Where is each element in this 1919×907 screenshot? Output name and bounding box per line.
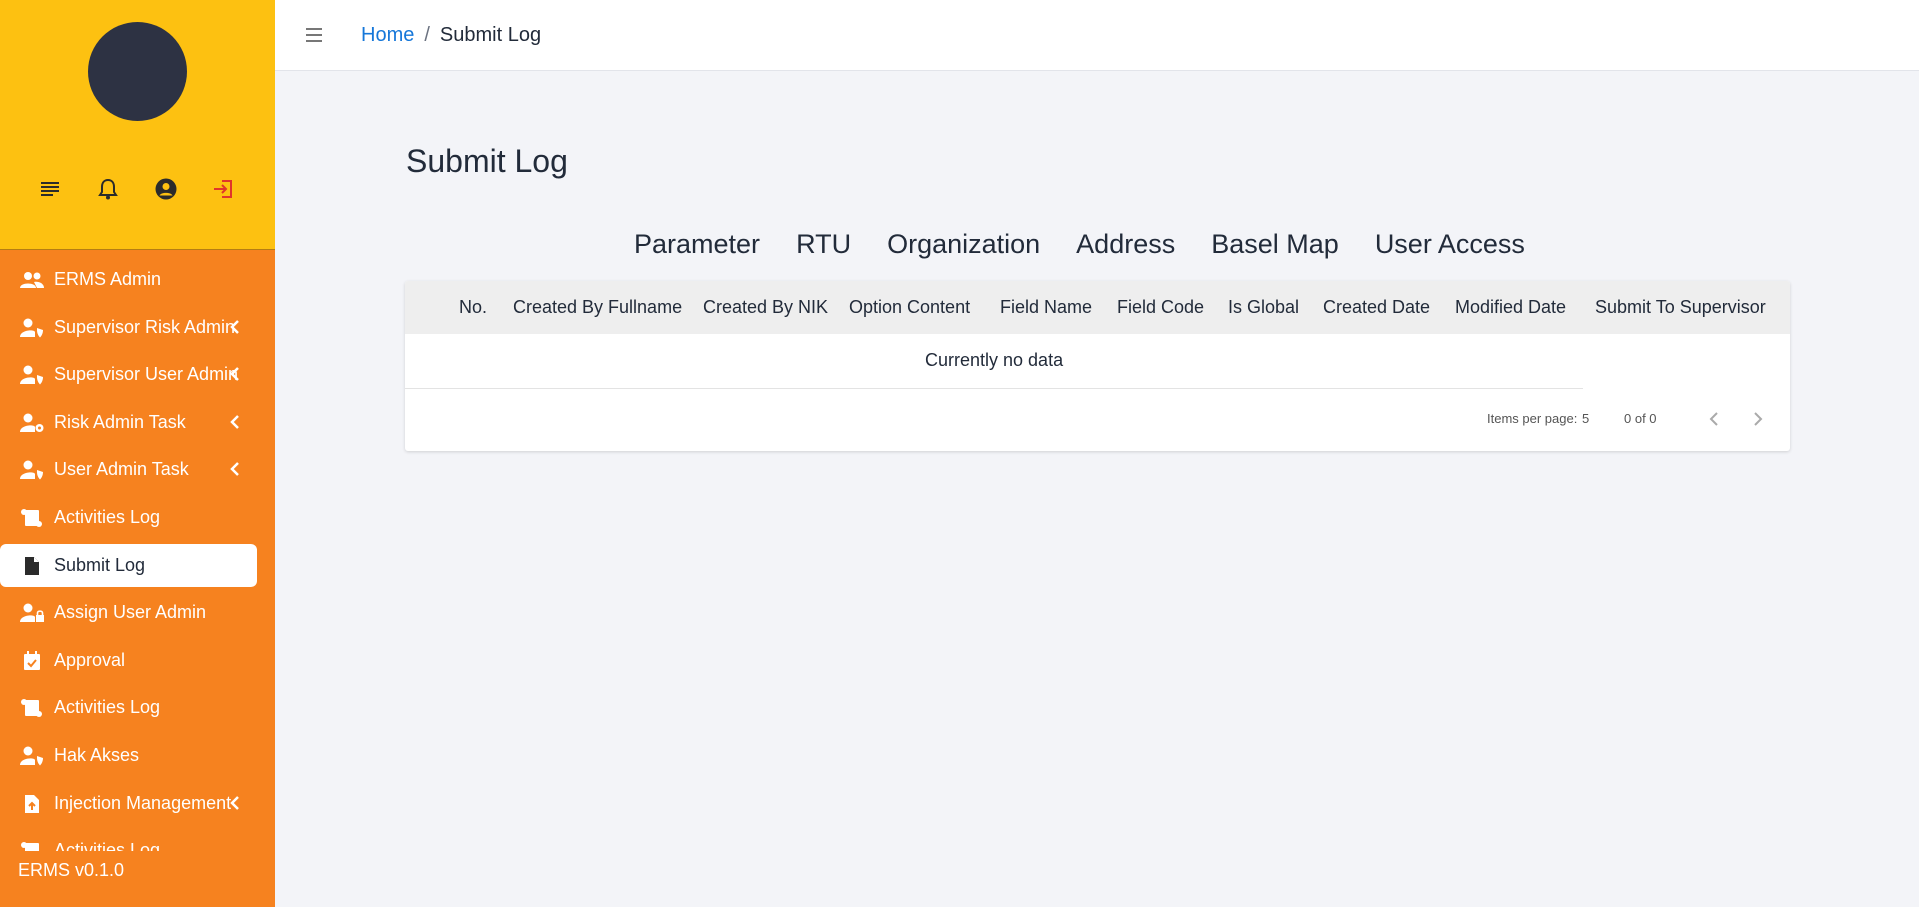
chevron-left-icon — [230, 462, 239, 477]
tab-organization[interactable]: Organization — [887, 229, 1040, 269]
column-header-no[interactable]: No. — [459, 297, 487, 318]
tab-rtu[interactable]: RTU — [796, 229, 851, 269]
sidebar-item-supervisor-risk-admin[interactable]: Supervisor Risk Admin — [0, 306, 275, 349]
user-shield-icon — [20, 459, 44, 481]
prev-page-button[interactable] — [1705, 408, 1723, 430]
column-header-option-content[interactable]: Option Content — [849, 297, 970, 318]
submit-log-table: No. Created By Fullname Created By NIK O… — [405, 281, 1790, 451]
sidebar-item-approval[interactable]: Approval — [0, 639, 275, 682]
sidebar: ERMS Admin Supervisor Risk Admin Supervi… — [0, 0, 275, 907]
notes-icon[interactable] — [33, 172, 67, 206]
file-icon — [20, 555, 44, 577]
chevron-left-icon — [230, 414, 239, 429]
empty-state-text: Currently no data — [925, 350, 1064, 370]
sidebar-top-icons — [0, 172, 275, 206]
breadcrumb: Home / Submit Log — [361, 24, 541, 47]
sidebar-item-label: Activities Log — [54, 697, 161, 718]
chevron-left-icon — [230, 319, 239, 334]
tab-basel-map[interactable]: Basel Map — [1211, 229, 1339, 269]
sidebar-item-hak-akses[interactable]: Hak Akses — [0, 734, 275, 777]
column-header-submit-to-supervisor[interactable]: Submit To Supervisor — [1595, 297, 1766, 318]
top-header: Home / Submit Log — [275, 0, 1919, 71]
sidebar-item-label: Submit Log — [54, 554, 146, 575]
sidebar-item-label: Hak Akses — [54, 744, 140, 765]
sidebar-item-activities-log-2[interactable]: Activities Log — [0, 686, 275, 729]
sidebar-item-supervisor-user-admin[interactable]: Supervisor User Admin — [0, 353, 275, 396]
column-header-field-code[interactable]: Field Code — [1117, 297, 1204, 318]
sidebar-item-submit-log[interactable]: Submit Log — [0, 543, 257, 587]
sidebar-item-activities-log-3[interactable]: Activities Log — [0, 829, 275, 852]
sidebar-item-erms-admin[interactable]: ERMS Admin — [0, 258, 275, 301]
scroll-icon — [20, 697, 44, 719]
file-upload-icon — [20, 793, 44, 815]
column-header-field-name[interactable]: Field Name — [1000, 297, 1092, 318]
sidebar-item-label: Approval — [54, 649, 126, 670]
user-shield-icon — [20, 364, 44, 386]
chevron-right-icon — [1754, 412, 1763, 426]
sidebar-item-label: ERMS Admin — [54, 269, 162, 289]
menu-toggle-icon[interactable] — [304, 25, 324, 45]
sidebar-item-label: Activities Log — [54, 506, 161, 527]
sidebar-item-label: Supervisor Risk Admin — [54, 316, 236, 337]
sidebar-item-label: Activities Log — [54, 840, 161, 852]
column-header-created-by-fullname[interactable]: Created By Fullname — [513, 297, 682, 318]
column-header-modified-date[interactable]: Modified Date — [1455, 297, 1566, 318]
chevron-left-icon — [230, 367, 239, 382]
user-gear-icon — [20, 412, 44, 434]
tab-bar: Parameter RTU Organization Address Basel… — [634, 229, 1561, 269]
column-header-is-global[interactable]: Is Global — [1228, 297, 1299, 318]
scroll-icon — [20, 507, 44, 529]
sidebar-profile-area — [0, 0, 275, 250]
tab-parameter[interactable]: Parameter — [634, 229, 760, 269]
sidebar-item-activities-log[interactable]: Activities Log — [0, 496, 275, 539]
next-page-button[interactable] — [1749, 408, 1767, 430]
logout-icon[interactable] — [206, 172, 240, 206]
sidebar-item-assign-user-admin[interactable]: Assign User Admin — [0, 591, 275, 634]
chevron-left-icon — [1709, 412, 1718, 426]
bell-icon[interactable] — [91, 172, 125, 206]
chevron-left-icon — [230, 795, 239, 810]
column-header-created-date[interactable]: Created Date — [1323, 297, 1430, 318]
users-icon — [20, 269, 44, 291]
user-shield-icon — [20, 317, 44, 339]
sidebar-item-injection-management[interactable]: Injection Management — [0, 782, 275, 825]
sidebar-item-label: Risk Admin Task — [54, 411, 186, 432]
table-header-row: No. Created By Fullname Created By NIK O… — [405, 281, 1790, 334]
sidebar-item-risk-admin-task[interactable]: Risk Admin Task — [0, 401, 275, 444]
user-circle-icon[interactable] — [149, 172, 183, 206]
column-header-created-by-nik[interactable]: Created By NIK — [703, 297, 828, 318]
user-shield-icon — [20, 745, 44, 767]
items-per-page-select[interactable]: 5 — [1582, 411, 1589, 426]
avatar[interactable] — [88, 22, 187, 121]
sidebar-item-label: Injection Management — [54, 792, 232, 813]
tab-address[interactable]: Address — [1076, 229, 1175, 269]
breadcrumb-separator: / — [424, 24, 430, 46]
sidebar-menu: ERMS Admin Supervisor Risk Admin Supervi… — [0, 258, 275, 856]
sidebar-item-label: User Admin Task — [54, 459, 189, 480]
sidebar-item-user-admin-task[interactable]: User Admin Task — [0, 448, 275, 491]
sidebar-item-label: Supervisor User Admin — [54, 364, 239, 385]
page-range: 0 of 0 — [1624, 411, 1657, 426]
tab-user-access[interactable]: User Access — [1375, 229, 1525, 269]
calendar-check-icon — [20, 650, 44, 672]
page-title: Submit Log — [406, 143, 568, 179]
items-per-page-label: Items per page: — [1487, 411, 1578, 426]
scroll-icon — [20, 840, 44, 852]
breadcrumb-current: Submit Log — [439, 24, 542, 46]
breadcrumb-home-link[interactable]: Home — [361, 24, 414, 47]
empty-row: Currently no data — [405, 334, 1583, 389]
sidebar-item-label: Assign User Admin — [54, 602, 207, 623]
user-lock-icon — [20, 602, 44, 624]
app-version: ERMS v0.1.0 — [18, 860, 125, 880]
